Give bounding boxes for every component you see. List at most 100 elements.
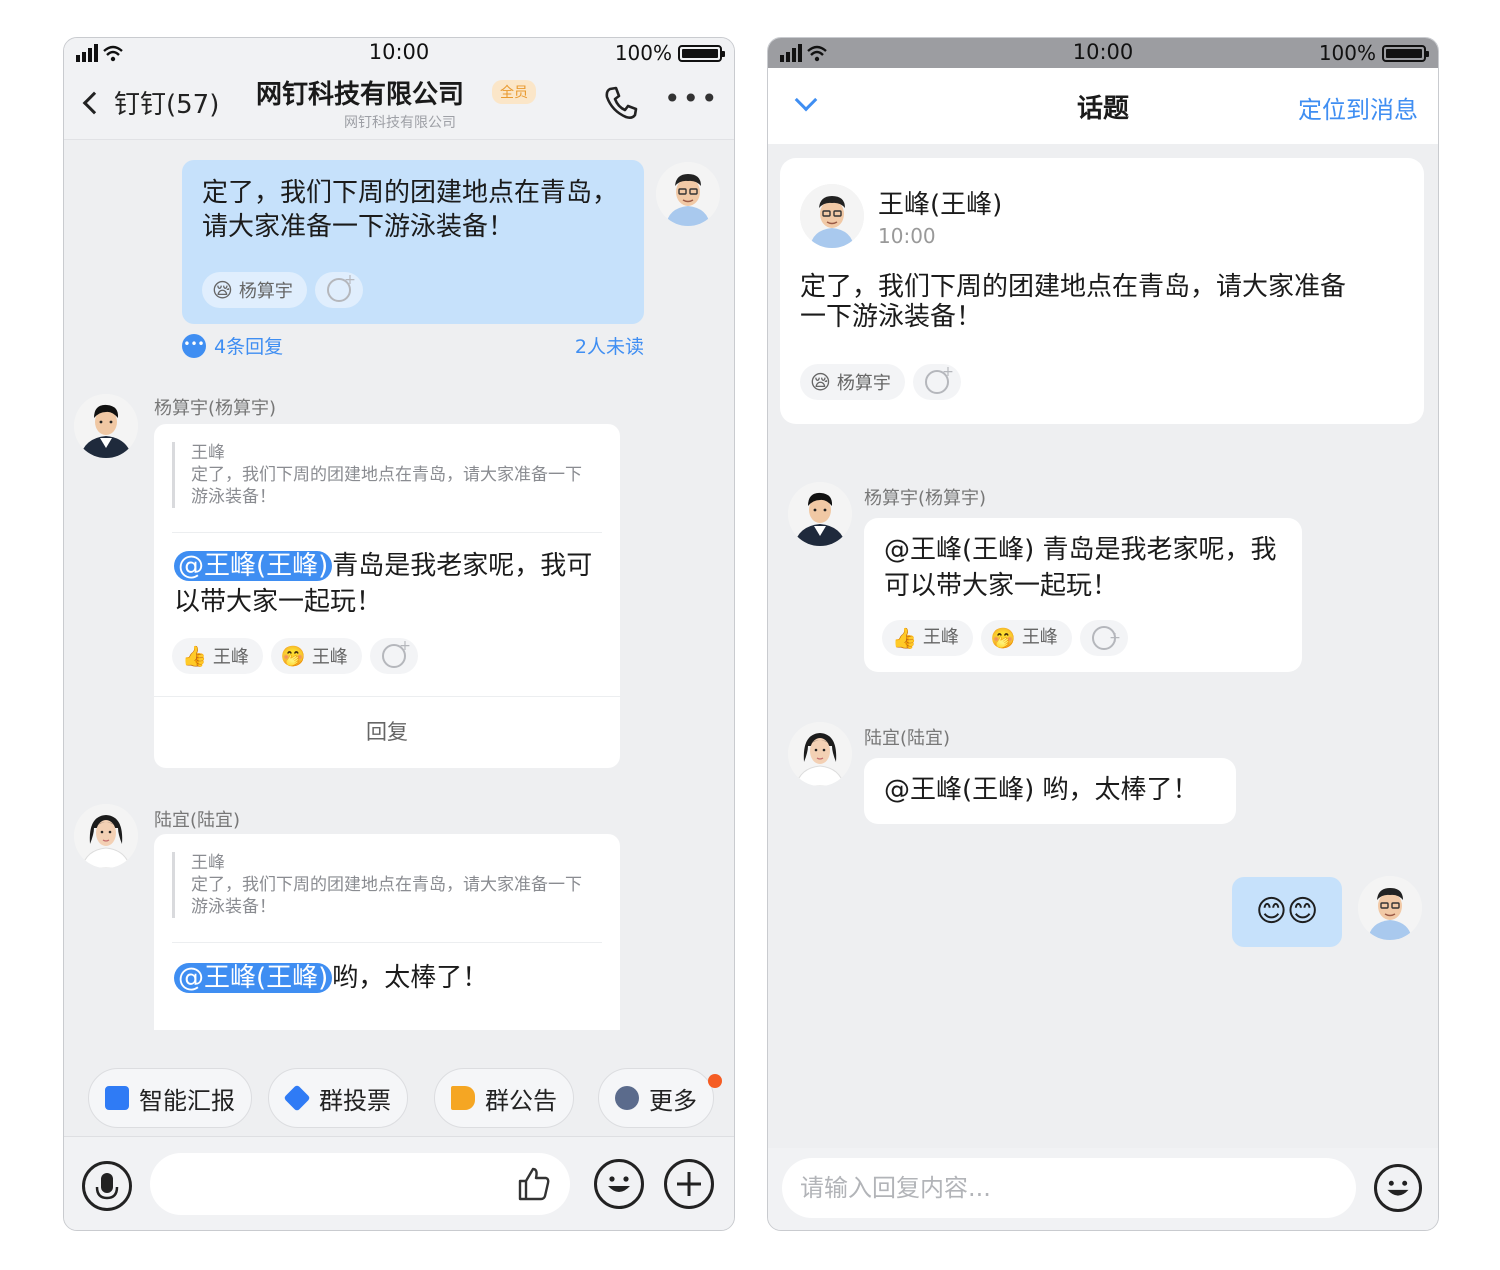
sender-name: 陆宜(陆宜): [864, 728, 951, 749]
sleepy-emoji-icon: 😪: [810, 370, 831, 394]
battery-icon: [678, 45, 725, 62]
my-message-bubble[interactable]: 定了，我们下周的团建地点在青岛，请大家准备一下游泳装备！ 😪 杨算宇: [182, 160, 644, 324]
chat-screen: 10:00 100% 钉钉(57) 网钉科技有限公司 全员 网钉科技有限公司 •…: [63, 37, 735, 1231]
chevron-left-icon: [82, 91, 106, 114]
sleepy-emoji-icon: 😪: [212, 278, 233, 302]
quoted-message[interactable]: 王峰 定了，我们下周的团建地点在青岛，请大家准备一下游泳装备！: [172, 442, 592, 508]
tool-label: 更多: [649, 1086, 697, 1115]
quote-author: 王峰: [191, 443, 225, 463]
group-vote-button[interactable]: 群投票: [268, 1068, 408, 1128]
plus-icon: [677, 1172, 701, 1196]
add-reaction-button[interactable]: [369, 638, 418, 674]
thumbs-up-emoji-icon: 👍: [892, 626, 917, 650]
add-emoji-icon: [381, 638, 411, 668]
chat-bubble-icon: •••: [182, 333, 206, 358]
message-body: @王峰(王峰) 哟，太棒了！: [174, 960, 600, 996]
topic-card: 王峰(王峰) 10:00 定了，我们下周的团建地点在青岛，请大家准备一下游泳装备…: [780, 158, 1424, 424]
reaction-chip[interactable]: 🤭 王峰: [980, 620, 1072, 656]
message-text: @王峰(王峰) 青岛是我老家呢，我可以带大家一起玩！: [884, 535, 1277, 601]
quoted-message[interactable]: 王峰 定了，我们下周的团建地点在青岛，请大家准备一下游泳装备！: [172, 852, 592, 918]
more-tools-button[interactable]: 更多: [598, 1068, 714, 1128]
notification-dot: [708, 1074, 722, 1088]
plus-button[interactable]: [664, 1159, 714, 1209]
message-text: 哟，太棒了！: [332, 963, 489, 993]
more-icon: [615, 1086, 639, 1110]
vote-icon: [283, 1084, 311, 1112]
my-reply-bubble[interactable]: 😊😊: [1232, 877, 1342, 947]
more-options-icon[interactable]: •••: [664, 82, 720, 115]
report-icon: [105, 1086, 129, 1110]
reaction-chip[interactable]: 🤭 王峰: [270, 638, 362, 674]
emoji-button[interactable]: [594, 1159, 644, 1209]
battery-percent: 100%: [1318, 41, 1376, 65]
tool-label: 群公告: [485, 1086, 557, 1115]
add-reaction-button[interactable]: [1079, 620, 1128, 656]
message-text: @王峰(王峰) 哟，太棒了！: [884, 775, 1199, 805]
message-text: 定了，我们下周的团建地点在青岛，请大家准备一下游泳装备！: [202, 178, 619, 242]
reaction-chip[interactable]: 👍 王峰: [882, 620, 973, 656]
quote-text: 定了，我们下周的团建地点在青岛，请大家准备一下游泳装备！: [191, 875, 582, 917]
avatar-self[interactable]: [1358, 876, 1422, 940]
status-bar: 10:00 100%: [768, 38, 1438, 68]
add-emoji-icon: [924, 364, 954, 394]
reaction-chip[interactable]: 👍 王峰: [172, 638, 263, 674]
voice-button[interactable]: [82, 1161, 132, 1211]
smart-report-button[interactable]: 智能汇报: [88, 1068, 252, 1128]
chat-header: 钉钉(57) 网钉科技有限公司 全员 网钉科技有限公司 •••: [64, 68, 734, 140]
replies-count: 4条回复: [214, 336, 284, 358]
smile-icon: [608, 1176, 630, 1192]
reaction-row: 👍 王峰 🤭 王峰: [882, 620, 1136, 656]
add-emoji-icon: [1091, 620, 1121, 656]
chat-title[interactable]: 网钉科技有限公司: [256, 74, 464, 111]
message-input[interactable]: [150, 1153, 570, 1215]
add-reaction-button[interactable]: [314, 272, 363, 308]
reaction-row: 👍 王峰 🤭 王峰: [172, 638, 426, 674]
reply-button[interactable]: 回复: [154, 716, 620, 746]
reaction-user: 杨算宇: [836, 373, 891, 394]
add-reaction-button[interactable]: [912, 364, 961, 400]
avatar-yang[interactable]: [74, 394, 138, 458]
sender-name: 陆宜(陆宜): [154, 810, 241, 831]
thumbs-up-emoji-icon: 👍: [182, 644, 207, 668]
reply-input[interactable]: 请输入回复内容...: [782, 1158, 1356, 1218]
reaction-user: 王峰: [922, 627, 959, 648]
quote-author: 王峰: [191, 853, 225, 873]
reaction-user: 王峰: [311, 647, 348, 668]
shy-emoji-icon: 🤭: [280, 644, 306, 668]
reaction-chip[interactable]: 😪 杨算宇: [202, 272, 307, 308]
avatar-lu[interactable]: [788, 722, 852, 786]
author-name: 王峰(王峰): [878, 190, 1003, 220]
replies-link[interactable]: ••• 4条回复: [182, 332, 283, 359]
divider: [172, 532, 602, 533]
tool-label: 智能汇报: [139, 1086, 235, 1115]
reaction-row: 😪 杨算宇: [800, 364, 969, 400]
unread-count[interactable]: 2人未读: [575, 332, 644, 359]
reply-bubble[interactable]: @王峰(王峰) 哟，太棒了！: [864, 758, 1236, 824]
thumbs-up-icon[interactable]: [514, 1165, 552, 1203]
group-announcement-button[interactable]: 群公告: [434, 1068, 574, 1128]
avatar-self[interactable]: [656, 162, 720, 226]
shy-emoji-icon: 🤭: [990, 626, 1016, 650]
mention-tag[interactable]: @王峰(王峰): [174, 551, 333, 581]
phone-call-icon[interactable]: [602, 84, 640, 122]
quick-actions-bar: 智能汇报 群投票 群公告 更多: [64, 1068, 734, 1136]
group-badge: 全员: [492, 80, 536, 104]
avatar-lu[interactable]: [74, 804, 138, 868]
reaction-user: 王峰: [1021, 627, 1058, 648]
microphone-icon: [95, 1173, 119, 1200]
reply-message-card[interactable]: 王峰 定了，我们下周的团建地点在青岛，请大家准备一下游泳装备！ @王峰(王峰) 青…: [154, 424, 620, 768]
avatar-wang[interactable]: [800, 184, 864, 248]
reaction-chip[interactable]: 😪 杨算宇: [800, 364, 905, 400]
battery-icon: [1382, 45, 1429, 62]
status-bar: 10:00 100%: [64, 38, 734, 68]
reply-bubble[interactable]: @王峰(王峰) 青岛是我老家呢，我可以带大家一起玩！ 👍 王峰 🤭 王峰: [864, 518, 1302, 672]
topic-header: 话题 定位到消息: [768, 68, 1438, 144]
emoji-button[interactable]: [1374, 1164, 1422, 1212]
mention-tag[interactable]: @王峰(王峰): [174, 963, 333, 993]
message-meta: ••• 4条回复 2人未读: [182, 332, 644, 358]
add-emoji-icon: [326, 272, 356, 302]
reply-message-card[interactable]: 王峰 定了，我们下周的团建地点在青岛，请大家准备一下游泳装备！ @王峰(王峰) 哟…: [154, 834, 620, 1030]
avatar-yang[interactable]: [788, 482, 852, 546]
smile-icon: [1387, 1180, 1409, 1196]
locate-message-link[interactable]: 定位到消息: [1298, 90, 1418, 125]
